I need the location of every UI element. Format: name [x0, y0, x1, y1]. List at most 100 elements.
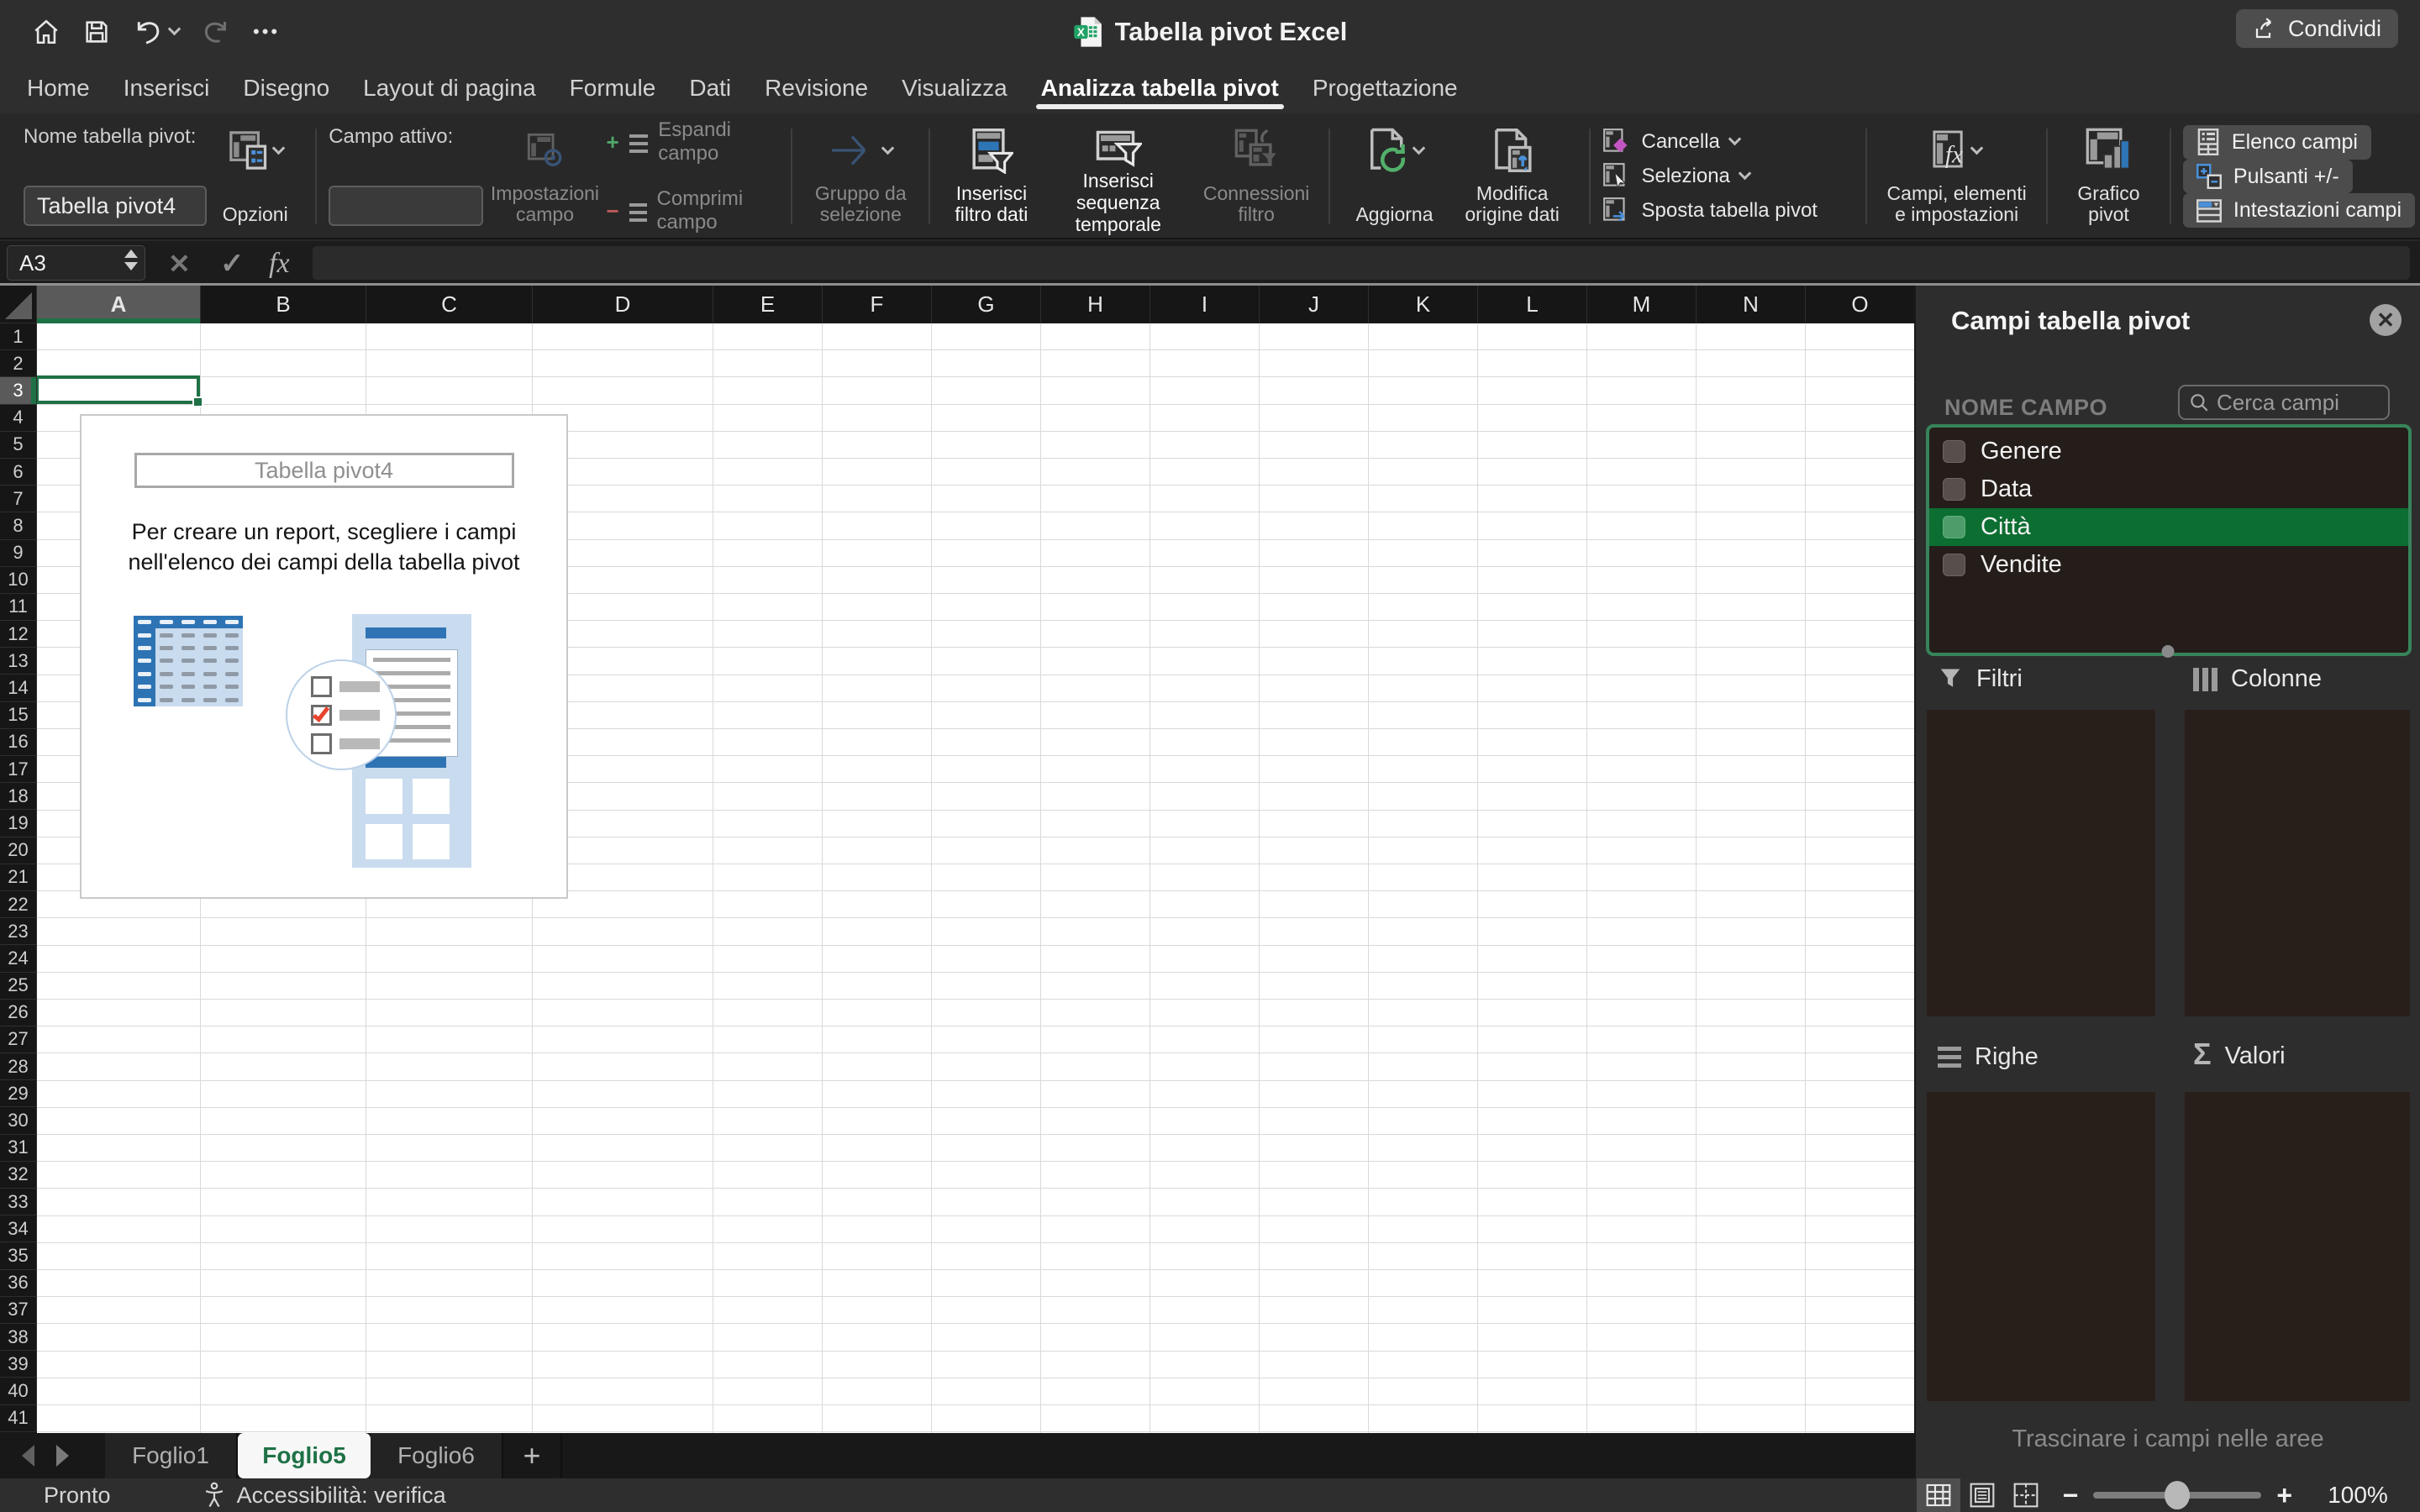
row-header-21[interactable]: 21	[0, 864, 37, 891]
share-button[interactable]: Condividi	[2235, 9, 2398, 48]
more-commands-icon[interactable]: •••	[253, 21, 280, 43]
field-item-data[interactable]: Data	[1929, 470, 2408, 508]
ribbon-tab-home[interactable]: Home	[10, 63, 107, 113]
page-layout-view-button[interactable]	[1960, 1478, 2004, 1512]
row-header-2[interactable]: 2	[0, 350, 37, 378]
row-header-11[interactable]: 11	[0, 593, 37, 622]
values-drop-area[interactable]	[2185, 1092, 2410, 1401]
ribbon-tab-progettazione[interactable]: Progettazione	[1296, 63, 1475, 113]
field-headers-toggle[interactable]: Intestazioni campi	[2182, 193, 2416, 228]
field-search-box[interactable]	[2178, 385, 2390, 420]
next-sheet-icon[interactable]	[56, 1445, 69, 1467]
column-header-I[interactable]: I	[1150, 286, 1260, 323]
row-header-40[interactable]: 40	[0, 1378, 37, 1405]
sheet-tab-foglio1[interactable]: Foglio1	[105, 1433, 238, 1478]
columns-drop-area[interactable]	[2185, 710, 2410, 1016]
column-header-J[interactable]: J	[1260, 286, 1369, 323]
row-header-9[interactable]: 9	[0, 539, 37, 567]
zoom-out-button[interactable]: −	[2048, 1480, 2094, 1511]
pivot-chart-button[interactable]: Grafico pivot	[2060, 122, 2158, 231]
options-button[interactable]: Opzioni	[207, 122, 303, 231]
undo-chevron-icon[interactable]	[167, 22, 182, 36]
field-list-toggle[interactable]: Elenco campi	[2182, 125, 2371, 160]
column-header-M[interactable]: M	[1587, 286, 1697, 323]
name-box[interactable]: A3	[7, 245, 145, 281]
ribbon-tab-layout-di-pagina[interactable]: Layout di pagina	[346, 63, 553, 113]
refresh-button[interactable]: Aggiorna	[1342, 122, 1447, 231]
ribbon-tab-visualizza[interactable]: Visualizza	[885, 63, 1024, 113]
pivot-name-input[interactable]: Tabella pivot4	[24, 186, 208, 226]
normal-view-button[interactable]	[1916, 1478, 1960, 1512]
row-header-39[interactable]: 39	[0, 1351, 37, 1378]
sheet-tab-foglio5[interactable]: Foglio5	[238, 1433, 371, 1478]
row-header-4[interactable]: 4	[0, 404, 37, 432]
ribbon-tab-disegno[interactable]: Disegno	[226, 63, 346, 113]
close-icon[interactable]: ✕	[2370, 304, 2402, 336]
row-header-30[interactable]: 30	[0, 1107, 37, 1135]
clear-button[interactable]: Cancella	[1602, 124, 1854, 159]
field-checkbox[interactable]	[1943, 440, 1965, 463]
select-button[interactable]: Seleziona	[1602, 159, 1854, 193]
column-header-G[interactable]: G	[932, 286, 1041, 323]
row-header-31[interactable]: 31	[0, 1134, 37, 1162]
column-header-O[interactable]: O	[1806, 286, 1915, 323]
ribbon-tab-analizza-tabella-pivot[interactable]: Analizza tabella pivot	[1024, 63, 1296, 113]
row-header-14[interactable]: 14	[0, 675, 37, 702]
row-header-33[interactable]: 33	[0, 1189, 37, 1216]
plus-minus-buttons-toggle[interactable]: Pulsanti +/-	[2182, 159, 2353, 194]
active-field-input[interactable]	[329, 186, 484, 226]
pane-resize-handle[interactable]	[2161, 645, 2175, 658]
sheet-cells[interactable]: Tabella pivot4 Per creare un report, sce…	[37, 323, 1914, 1433]
row-header-13[interactable]: 13	[0, 648, 37, 675]
row-header-22[interactable]: 22	[0, 890, 37, 919]
column-header-C[interactable]: C	[366, 286, 533, 323]
column-header-K[interactable]: K	[1369, 286, 1478, 323]
rows-drop-area[interactable]	[1927, 1092, 2155, 1401]
select-all-corner[interactable]	[0, 286, 37, 323]
home-icon[interactable]	[32, 18, 60, 46]
ribbon-tab-dati[interactable]: Dati	[672, 63, 748, 113]
field-item-genere[interactable]: Genere	[1929, 433, 2408, 470]
row-header-41[interactable]: 41	[0, 1404, 37, 1432]
row-header-34[interactable]: 34	[0, 1215, 37, 1243]
column-header-H[interactable]: H	[1041, 286, 1150, 323]
field-checkbox[interactable]	[1943, 554, 1965, 576]
name-box-spinner[interactable]	[124, 249, 138, 270]
enter-icon[interactable]: ✓	[220, 247, 245, 281]
row-header-27[interactable]: 27	[0, 1026, 37, 1054]
zoom-in-button[interactable]: +	[2261, 1480, 2307, 1511]
column-header-L[interactable]: L	[1478, 286, 1587, 323]
accessibility-status[interactable]: Accessibilità: verifica	[202, 1482, 446, 1509]
row-header-25[interactable]: 25	[0, 972, 37, 1000]
row-header-20[interactable]: 20	[0, 837, 37, 864]
row-header-38[interactable]: 38	[0, 1323, 37, 1352]
insert-function-icon[interactable]: fx	[269, 248, 290, 280]
row-header-36[interactable]: 36	[0, 1269, 37, 1297]
formula-input[interactable]	[313, 246, 2410, 280]
row-header-35[interactable]: 35	[0, 1242, 37, 1270]
row-header-26[interactable]: 26	[0, 999, 37, 1026]
row-header-37[interactable]: 37	[0, 1296, 37, 1324]
row-header-23[interactable]: 23	[0, 918, 37, 946]
row-header-16[interactable]: 16	[0, 728, 37, 756]
field-item-citt[interactable]: Città	[1929, 508, 2408, 546]
row-header-15[interactable]: 15	[0, 701, 37, 729]
row-header-19[interactable]: 19	[0, 810, 37, 837]
row-header-5[interactable]: 5	[0, 431, 37, 459]
page-break-view-button[interactable]	[2004, 1478, 2048, 1512]
row-header-3[interactable]: 3	[0, 377, 37, 405]
row-header-32[interactable]: 32	[0, 1161, 37, 1189]
column-header-B[interactable]: B	[201, 286, 366, 323]
row-header-24[interactable]: 24	[0, 945, 37, 973]
field-checkbox[interactable]	[1943, 516, 1965, 538]
move-pivot-button[interactable]: Sposta tabella pivot	[1602, 194, 1854, 228]
row-header-7[interactable]: 7	[0, 486, 37, 513]
row-header-8[interactable]: 8	[0, 512, 37, 540]
field-checkbox[interactable]	[1943, 478, 1965, 501]
sheet-tab-foglio6[interactable]: Foglio6	[371, 1433, 503, 1478]
row-header-29[interactable]: 29	[0, 1080, 37, 1108]
row-header-10[interactable]: 10	[0, 566, 37, 594]
save-icon[interactable]	[82, 18, 111, 46]
cancel-icon[interactable]: ✕	[168, 248, 191, 280]
row-header-18[interactable]: 18	[0, 783, 37, 811]
